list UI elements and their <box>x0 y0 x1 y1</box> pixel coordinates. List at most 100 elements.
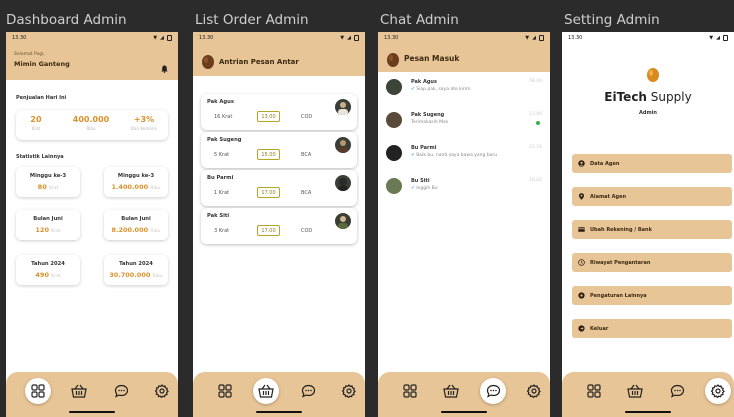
chat-time: 13.00 <box>529 112 542 117</box>
dashboard-nav-button[interactable] <box>581 378 607 404</box>
settings-nav-button[interactable] <box>336 378 362 404</box>
chat-name: Bu Parmi <box>411 145 437 151</box>
stat-value: 8.200.000 <box>111 226 149 234</box>
product-icon <box>386 51 400 67</box>
brand-name-bold: EiTech <box>604 90 647 104</box>
avatar <box>386 145 402 161</box>
sales-value: +3% <box>133 115 155 124</box>
wifi-icon: ▼ <box>709 35 714 41</box>
settings-nav-button[interactable] <box>149 378 175 404</box>
check-icon: ✔ <box>411 87 415 92</box>
bottom-nav <box>378 372 550 417</box>
chat-item[interactable]: Pak Agus ✔ Siap pak, saya ate kirim 08.0… <box>378 76 550 100</box>
battery-icon <box>723 35 728 41</box>
stat-card: Tahun 2024 490 Krat <box>16 255 80 285</box>
order-qty: 16 Krat <box>214 114 233 120</box>
order-card[interactable]: Pak Sugeng 5 Krat 15.00 BCA <box>201 132 357 168</box>
sales-unit: Ribu <box>86 126 96 131</box>
battery-icon <box>539 35 544 41</box>
settings-nav-button[interactable] <box>705 378 731 404</box>
stat-title: Tahun 2024 <box>31 261 65 267</box>
bell-icon[interactable] <box>161 58 168 77</box>
status-time: 13.30 <box>384 35 399 41</box>
menu-item-keluar[interactable]: Keluar <box>572 319 732 338</box>
greeting: Selamat Pagi, <box>14 52 45 57</box>
panel-title: Setting Admin <box>564 12 660 28</box>
order-card[interactable]: Bu Parmi 1 Krat 17.00 BCA <box>201 170 357 206</box>
order-qty: 3 Krat <box>214 228 230 234</box>
order-time: 13.00 <box>257 111 280 122</box>
orders-header-title: Antrian Pesan Antar <box>219 58 299 66</box>
chat-nav-button[interactable] <box>108 378 134 404</box>
stat-value: 80 <box>37 183 47 191</box>
chat-name: Bu Siti <box>411 178 430 184</box>
avatar <box>335 213 351 229</box>
orders-nav-button[interactable] <box>253 378 279 404</box>
dashboard-panel: Dashboard Admin 13.30 ▼ ◢ Selamat Pagi, M… <box>6 0 178 417</box>
history-icon <box>578 259 585 266</box>
home-indicator <box>69 410 115 413</box>
orders-nav-button[interactable] <box>66 378 92 404</box>
chat-time: 18.02 <box>529 178 542 183</box>
chat-message: Baik bu, nanti saya bawa yang baru <box>416 153 498 158</box>
bottom-nav <box>562 372 734 417</box>
grid-icon <box>31 384 45 398</box>
stat-unit: Ribu <box>150 186 161 191</box>
order-qty: 5 Krat <box>214 152 230 158</box>
menu-item-data-agen[interactable]: Data Agen <box>572 154 732 173</box>
grid-icon <box>218 384 232 398</box>
menu-label: Pengaturan Lainnya <box>590 292 647 299</box>
wifi-icon: ▼ <box>525 35 530 41</box>
chat-nav-button[interactable] <box>480 378 506 404</box>
order-card[interactable]: Pak Siti 3 Krat 17.00 COD <box>201 208 357 244</box>
card-icon <box>578 226 585 233</box>
menu-item-pengaturan[interactable]: Pengaturan Lainnya <box>572 286 732 305</box>
orders-nav-button[interactable] <box>622 378 648 404</box>
order-customer: Pak Siti <box>207 213 230 219</box>
home-indicator <box>441 410 487 413</box>
status-bar: 13.30 ▼ ◢ <box>378 32 550 44</box>
status-time: 13.30 <box>568 35 583 41</box>
orders-nav-button[interactable] <box>438 378 464 404</box>
dashboard-nav-button[interactable] <box>397 378 423 404</box>
menu-item-alamat-agen[interactable]: Alamat Agen <box>572 187 732 206</box>
dashboard-header: 13.30 ▼ ◢ Selamat Pagi, Mimin Ganteng <box>6 32 178 80</box>
user-icon <box>578 160 585 167</box>
grid-icon <box>403 384 417 398</box>
chat-bubble-icon <box>670 384 684 398</box>
gear-icon <box>342 384 356 398</box>
signal-icon: ◢ <box>716 35 720 41</box>
phone-screen: 13.30 ▼ ◢ EiTech Supply Admin Data Agen A… <box>562 32 734 417</box>
wifi-icon: ▼ <box>340 35 345 41</box>
chat-item[interactable]: Bu Siti ✔ Inggih Bu 18.02 <box>378 175 550 199</box>
dashboard-nav-button[interactable] <box>212 378 238 404</box>
chat-bubble-icon <box>301 384 315 398</box>
chat-name: Pak Sugeng <box>411 112 445 118</box>
orders-header: 13.30 ▼ ◢ Antrian Pesan Antar <box>193 32 365 76</box>
order-payment: BCA <box>301 152 312 158</box>
menu-item-riwayat[interactable]: Riwayat Pengantaran <box>572 253 732 272</box>
gear-icon <box>527 384 541 398</box>
order-qty: 1 Krat <box>214 190 230 196</box>
dashboard-nav-button[interactable] <box>25 378 51 404</box>
brand-name: EiTech Supply <box>562 90 734 104</box>
sales-unit: Krat <box>31 126 41 131</box>
chat-header: 13.30 ▼ ◢ Pesan Masuk <box>378 32 550 72</box>
menu-item-ubah-rekening[interactable]: Ubah Rekening / Bank <box>572 220 732 239</box>
gear-icon <box>155 384 169 398</box>
avatar <box>386 178 402 194</box>
chat-item[interactable]: Pak Sugeng Terimakasih Mas 13.00 <box>378 109 550 133</box>
grid-icon <box>587 384 601 398</box>
bottom-nav <box>193 372 365 417</box>
chat-message: Terimakasih Mas <box>411 120 449 125</box>
gear-icon <box>578 292 585 299</box>
chat-item[interactable]: Bu Parmi ✔ Baik bu, nanti saya bawa yang… <box>378 142 550 166</box>
battery-icon <box>354 35 359 41</box>
chat-nav-button[interactable] <box>295 378 321 404</box>
order-card[interactable]: Pak Agus 16 Krat 13.00 COD <box>201 94 357 130</box>
chat-nav-button[interactable] <box>664 378 690 404</box>
menu-label: Alamat Agen <box>590 193 627 200</box>
settings-nav-button[interactable] <box>521 378 547 404</box>
status-bar: 13.30 ▼ ◢ <box>562 32 734 44</box>
menu-label: Keluar <box>590 325 609 332</box>
